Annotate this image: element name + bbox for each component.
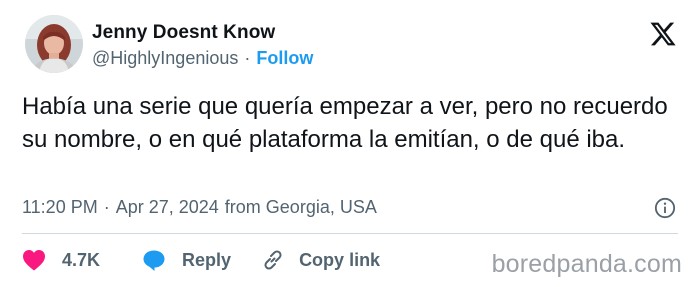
follow-button[interactable]: Follow [256,48,313,69]
avatar-image [25,15,83,73]
handle[interactable]: @HighlyIngenious [92,48,238,69]
divider [22,233,678,234]
reply-bubble-icon [143,250,165,271]
handle-separator: · [244,48,251,68]
copy-link-label: Copy link [299,249,381,270]
tweet-time[interactable]: 11:20 PM [22,197,98,218]
like-button[interactable]: 4.7K [22,249,100,271]
tweet-meta: 11:20 PM · Apr 27, 2024 from Georgia, US… [22,197,377,218]
info-icon[interactable] [654,197,676,219]
x-logo-icon[interactable] [648,20,678,48]
like-count: 4.7K [62,249,101,270]
reply-button[interactable]: Reply [142,248,231,272]
action-bar: 4.7K Reply Copy link [22,248,380,272]
tweet-location: from Georgia, USA [224,197,377,217]
tweet-date[interactable]: Apr 27, 2024 [116,197,219,218]
author-handle-row: @HighlyIngenious · Follow [92,48,313,69]
link-icon [264,250,282,270]
avatar[interactable] [25,15,83,73]
tweet-card: Jenny Doesnt Know @HighlyIngenious · Fol… [0,0,700,287]
tweet-text: Había una serie que quería empezar a ver… [22,93,668,153]
meta-separator: · [103,197,110,217]
display-name[interactable]: Jenny Doesnt Know [92,22,275,44]
watermark: boredpanda.com [491,250,682,278]
author-name-row: Jenny Doesnt Know [92,22,275,44]
copy-link-button[interactable]: Copy link [261,248,380,272]
heart-icon [23,250,45,271]
reply-label: Reply [182,249,232,270]
